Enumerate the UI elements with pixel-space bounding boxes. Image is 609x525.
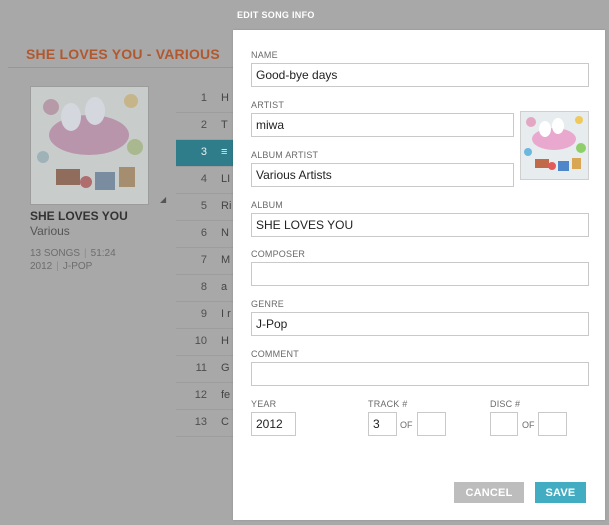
track-number: 9 bbox=[200, 308, 207, 320]
song-count: 13 SONGS bbox=[30, 248, 81, 259]
track-of-label: OF bbox=[400, 420, 413, 430]
track-row[interactable]: 4 LI bbox=[176, 167, 236, 194]
album-artist: Various bbox=[30, 224, 70, 238]
track-number-input[interactable] bbox=[368, 412, 397, 436]
track-number: 3 bbox=[200, 146, 207, 158]
artist-label: ARTIST bbox=[251, 100, 285, 110]
album-duration: 51:24 bbox=[90, 248, 116, 259]
track-name: H bbox=[221, 335, 229, 347]
track-row[interactable]: 1H bbox=[176, 86, 236, 113]
track-name: M bbox=[221, 254, 231, 266]
composer-input[interactable] bbox=[251, 262, 589, 286]
track-name: H bbox=[221, 92, 229, 104]
disc-of-label: OF bbox=[522, 420, 535, 430]
comment-input[interactable] bbox=[251, 362, 589, 386]
album-cover-art[interactable] bbox=[31, 87, 148, 204]
track-row[interactable]: 11 G bbox=[176, 356, 236, 383]
track-number: 13 bbox=[194, 416, 207, 428]
year-label: YEAR bbox=[251, 399, 277, 409]
album-label: ALBUM bbox=[251, 200, 284, 210]
track-total-input[interactable] bbox=[417, 412, 446, 436]
track-label: TRACK # bbox=[368, 399, 408, 409]
album-art-thumbnail[interactable] bbox=[521, 112, 588, 179]
disc-label: DISC # bbox=[490, 399, 521, 409]
album-cover-illustration bbox=[31, 87, 148, 204]
track-name: T bbox=[221, 119, 228, 131]
album-art-illustration bbox=[521, 112, 588, 179]
edit-song-info-dialog: NAME ARTIST ALBUM ARTIST ALBUM COMPOSER … bbox=[233, 30, 605, 520]
disc-number-input[interactable] bbox=[490, 412, 518, 436]
track-name: I r bbox=[221, 308, 231, 320]
track-number: 7 bbox=[200, 254, 207, 266]
track-name: Ri bbox=[221, 200, 232, 212]
title-divider bbox=[8, 67, 248, 68]
album-meta-line-1: 13 SONGS | 51:24 bbox=[30, 248, 116, 259]
album-year: 2012 bbox=[30, 261, 53, 272]
track-row[interactable]: 10 H bbox=[176, 329, 236, 356]
track-row-active[interactable]: 3 ≡ bbox=[176, 140, 236, 167]
track-name: N bbox=[221, 227, 229, 239]
meta-separator: | bbox=[84, 248, 87, 259]
track-list: 1H 2T 3 ≡ 4 LI 5 Ri 6N 7M 8a 9I r 10 H 11 G 1… bbox=[176, 86, 236, 437]
track-row[interactable]: 2T bbox=[176, 113, 236, 140]
track-number: 2 bbox=[200, 119, 207, 131]
artist-input[interactable] bbox=[251, 113, 514, 137]
modal-title: EDIT SONG INFO bbox=[237, 10, 315, 20]
album-meta-line-2: 2012 | J-POP bbox=[30, 261, 92, 272]
disc-total-input[interactable] bbox=[538, 412, 567, 436]
track-row[interactable]: 7M bbox=[176, 248, 236, 275]
cancel-button[interactable]: CANCEL bbox=[454, 482, 524, 503]
track-name: LI bbox=[221, 173, 231, 185]
track-row[interactable]: 13 C bbox=[176, 410, 236, 437]
track-row[interactable]: 6N bbox=[176, 221, 236, 248]
meta-separator: | bbox=[56, 261, 59, 272]
track-name: fe bbox=[221, 389, 231, 401]
composer-label: COMPOSER bbox=[251, 249, 306, 259]
track-number: 4 bbox=[200, 173, 207, 185]
album-genre: J-POP bbox=[62, 261, 93, 272]
track-number: 6 bbox=[200, 227, 207, 239]
track-name: G bbox=[221, 362, 230, 374]
album-input[interactable] bbox=[251, 213, 589, 237]
track-name: C bbox=[221, 416, 229, 428]
track-number: 12 bbox=[194, 389, 207, 401]
track-row[interactable]: 9 I r bbox=[176, 302, 236, 329]
year-input[interactable] bbox=[251, 412, 296, 436]
genre-input[interactable] bbox=[251, 312, 589, 336]
album-page-title: SHE LOVES YOU - VARIOUS bbox=[26, 46, 220, 62]
track-number: 11 bbox=[195, 362, 207, 374]
track-number: 8 bbox=[200, 281, 207, 293]
name-input[interactable] bbox=[251, 63, 589, 87]
album-name: SHE LOVES YOU bbox=[30, 209, 128, 223]
track-number: 10 bbox=[194, 335, 207, 347]
track-name: a bbox=[221, 281, 228, 293]
track-row[interactable]: 8a bbox=[176, 275, 236, 302]
track-number: 5 bbox=[200, 200, 207, 212]
genre-label: GENRE bbox=[251, 299, 285, 309]
name-label: NAME bbox=[251, 50, 278, 60]
album-artist-input[interactable] bbox=[251, 163, 514, 187]
track-row[interactable]: 12 fe bbox=[176, 383, 236, 410]
cover-corner-icon: ◢ bbox=[160, 195, 167, 204]
track-row[interactable]: 5 Ri bbox=[176, 194, 236, 221]
track-number: 1 bbox=[200, 92, 207, 104]
album-artist-label: ALBUM ARTIST bbox=[251, 150, 319, 160]
save-button[interactable]: SAVE bbox=[535, 482, 586, 503]
track-playing-icon: ≡ bbox=[221, 146, 228, 158]
comment-label: COMMENT bbox=[251, 349, 299, 359]
